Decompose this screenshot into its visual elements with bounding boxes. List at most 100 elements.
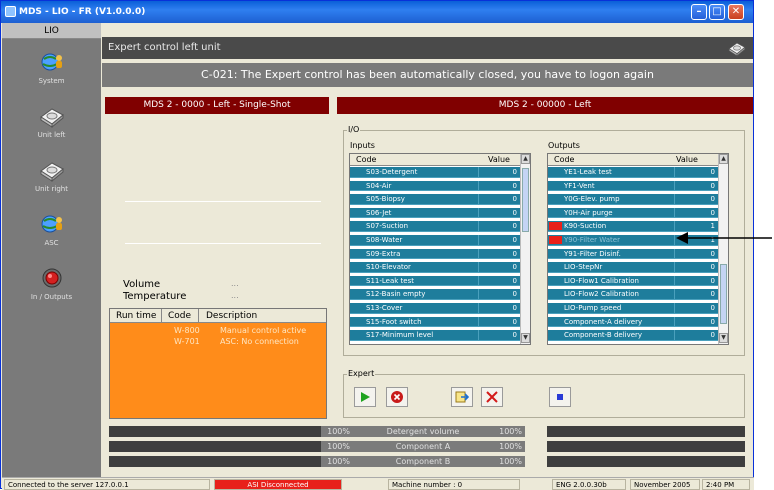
row-indicator (549, 331, 562, 340)
column-header: Run time (116, 311, 157, 321)
io-row[interactable]: S07-Suction 0 (350, 221, 520, 233)
annotation-arrow-icon (676, 232, 772, 244)
io-row[interactable]: S08-Water 0 (350, 235, 520, 246)
scroll-thumb[interactable] (720, 264, 727, 324)
cancel-button[interactable] (481, 387, 503, 407)
io-row[interactable]: S11-Leak test 0 (350, 275, 520, 287)
maximize-button[interactable]: □ (709, 4, 725, 20)
io-value: 0 (512, 222, 517, 231)
title-bar[interactable]: MDS - LIO - FR (V1.0.0.0) – □ ✕ (1, 1, 753, 23)
play-icon (361, 392, 370, 402)
io-row[interactable]: S03-Detergent 0 (350, 167, 520, 178)
column-divider (478, 316, 479, 327)
io-value: 0 (512, 236, 517, 244)
io-row[interactable]: S12-Basin empty 0 (350, 289, 520, 301)
outputs-label: Outputs (547, 141, 581, 150)
table-row[interactable]: W-800 Manual control active (110, 326, 326, 337)
io-value: 0 (512, 263, 517, 272)
scroll-down-icon[interactable]: ▼ (521, 333, 530, 343)
stop-button[interactable] (386, 387, 408, 407)
progress-bar (109, 441, 321, 452)
io-row[interactable]: LIO-StepNr 0 (548, 262, 718, 273)
minimize-button[interactable]: – (691, 4, 707, 20)
alarm-description: Manual control active (220, 326, 307, 335)
nav-item-unit-right[interactable]: Unit right (2, 153, 101, 205)
row-indicator (351, 208, 364, 217)
progress-percent: 100% (321, 426, 353, 437)
io-value: 0 (512, 181, 517, 190)
export-button[interactable] (451, 387, 473, 407)
outputs-table[interactable]: Code Value YE1-Leak test 0 YF1-Vent 0 Y0G-El… (547, 153, 729, 345)
io-value: 0 (710, 195, 715, 204)
io-row[interactable]: Component-A delivery 0 (548, 316, 718, 328)
io-code: LIO-Flow2 Calibration (564, 290, 639, 299)
volume-value: ... (231, 279, 239, 288)
close-button[interactable]: ✕ (728, 4, 744, 20)
io-row[interactable]: S17-Minimum level 0 (350, 330, 520, 341)
row-indicator (351, 181, 364, 190)
io-code: S05-Biopsy (366, 195, 405, 204)
nav-item-unit-left[interactable]: Unit left (2, 99, 101, 151)
active-indicator (549, 236, 562, 244)
alarm-table[interactable]: Run time Code Description W-800 Manual c… (109, 308, 327, 419)
io-row[interactable]: LIO-Flow1 Calibration 0 (548, 275, 718, 287)
stop-circle-icon (391, 391, 403, 403)
nav-item-system[interactable]: System (2, 45, 101, 97)
io-row[interactable]: Y0G-Elev. pump 0 (548, 194, 718, 205)
row-indicator (351, 276, 364, 285)
io-row[interactable]: Y0H-Air purge 0 (548, 207, 718, 219)
io-row[interactable]: Component-B delivery 0 (548, 330, 718, 341)
io-row[interactable]: LIO-Pump speed 0 (548, 303, 718, 314)
table-row[interactable]: W-701 ASC: No connection (110, 337, 326, 348)
io-row[interactable]: Y91-Filter Disinf. 0 (548, 248, 718, 260)
outputs-scrollbar[interactable]: ▲ ▼ (718, 154, 728, 344)
row-indicator (549, 181, 562, 190)
column-divider (674, 207, 675, 218)
scroll-up-icon[interactable]: ▲ (719, 154, 728, 164)
progress-percent: 100% (493, 426, 525, 437)
io-value: 0 (710, 276, 715, 285)
scroll-down-icon[interactable]: ▼ (719, 333, 728, 343)
io-row[interactable]: S10-Elevator 0 (350, 262, 520, 273)
io-row[interactable]: S15-Foot switch 0 (350, 316, 520, 328)
io-row[interactable]: S05-Biopsy 0 (350, 194, 520, 205)
nav-item-in-outputs[interactable]: In / Outputs (2, 261, 101, 313)
column-divider (674, 262, 675, 273)
column-header: Description (206, 311, 258, 321)
column-divider (478, 180, 479, 191)
column-divider (674, 289, 675, 300)
row-indicator (549, 168, 562, 176)
io-code: S03-Detergent (366, 168, 418, 176)
row-indicator (549, 195, 562, 204)
column-divider (674, 180, 675, 191)
column-divider (478, 248, 479, 259)
io-row[interactable]: S13-Cover 0 (350, 303, 520, 314)
row-indicator (351, 249, 364, 258)
io-code: Y0H-Air purge (564, 208, 613, 217)
inputs-table[interactable]: Code Value S03-Detergent 0 S04-Air 0 S05-Bio… (349, 153, 531, 345)
scroll-thumb[interactable] (522, 168, 529, 232)
nav-item-asc[interactable]: ASC (2, 207, 101, 259)
io-value: 0 (710, 304, 715, 312)
globe-user-icon (41, 215, 62, 233)
io-row[interactable]: YE1-Leak test 0 (548, 167, 718, 178)
alarm-table-header: Run time Code Description (110, 309, 326, 323)
io-value: 0 (512, 317, 517, 326)
io-row[interactable]: S09-Extra 0 (350, 248, 520, 260)
column-divider (478, 275, 479, 286)
io-row[interactable]: LIO-Flow2 Calibration 0 (548, 289, 718, 301)
export-arrow-icon (455, 391, 469, 403)
inputs-scrollbar[interactable]: ▲ ▼ (520, 154, 530, 344)
scroll-up-icon[interactable]: ▲ (521, 154, 530, 164)
io-row[interactable]: YF1-Vent 0 (548, 180, 718, 192)
status-message: C-021: The Expert control has been autom… (102, 63, 753, 87)
progress-percent: 100% (321, 456, 353, 467)
io-row[interactable]: S06-Jet 0 (350, 207, 520, 219)
io-row[interactable]: S04-Air 0 (350, 180, 520, 192)
column-divider (674, 316, 675, 327)
record-button[interactable] (549, 387, 571, 407)
start-button[interactable] (354, 387, 376, 407)
app-icon (5, 6, 16, 17)
column-divider (674, 248, 675, 259)
row-indicator (549, 290, 562, 299)
